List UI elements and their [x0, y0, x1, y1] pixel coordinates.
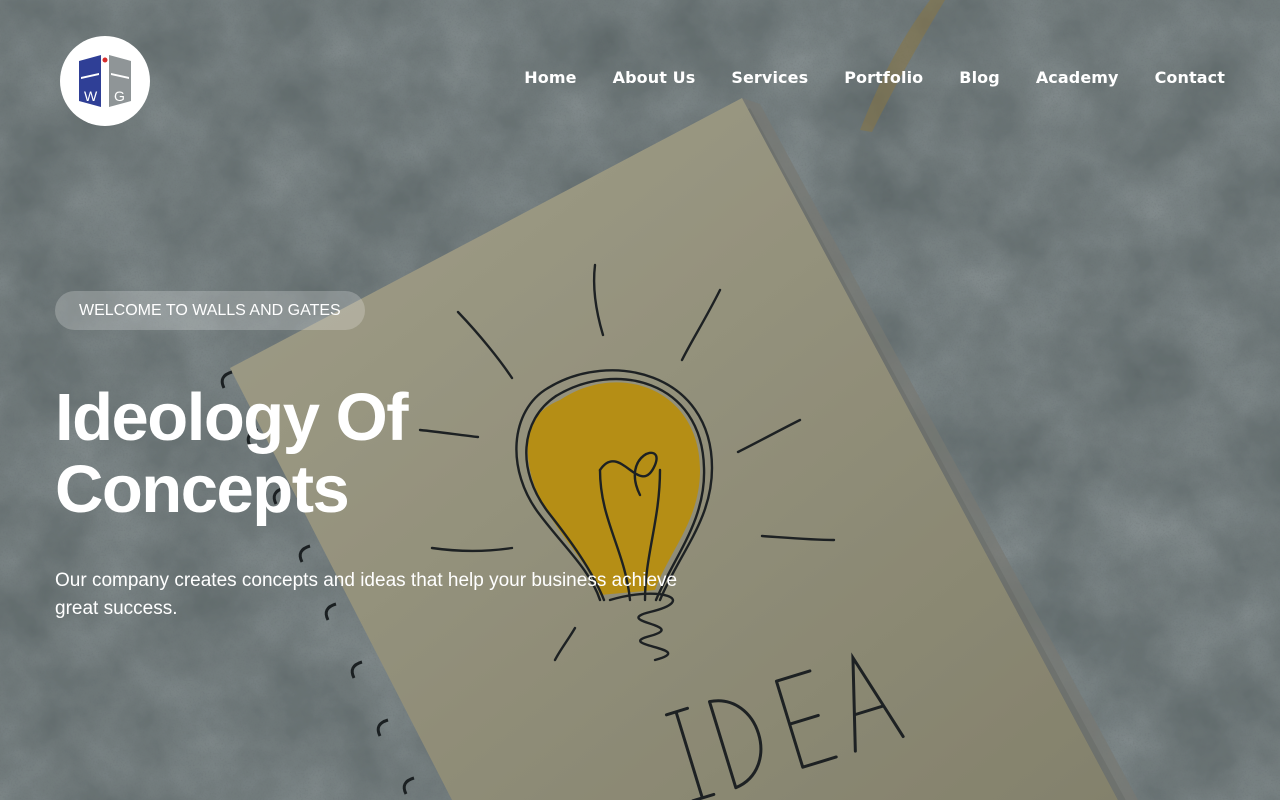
main-navigation: Home About Us Services Portfolio Blog Ac…: [524, 66, 1225, 90]
hero-title: Ideology Of Concepts: [55, 382, 555, 526]
hero-title-line-1: Ideology Of: [55, 380, 409, 455]
nav-item-home: Home: [524, 66, 576, 90]
nav-link-contact[interactable]: Contact: [1155, 66, 1225, 90]
nav-link-about-us[interactable]: About Us: [613, 66, 696, 90]
logo-letter-w: W: [84, 88, 98, 104]
hero-section: W G Home About Us Services Portfolio Blo…: [0, 0, 1280, 800]
nav-item-academy: Academy: [1036, 66, 1119, 90]
walls-and-gates-logo-icon: W G: [79, 55, 131, 107]
nav-item-portfolio: Portfolio: [844, 66, 923, 90]
nav-link-portfolio[interactable]: Portfolio: [844, 66, 923, 90]
hero-subtitle: Our company creates concepts and ideas t…: [55, 570, 678, 619]
nav-link-home[interactable]: Home: [524, 66, 576, 90]
nav-link-services[interactable]: Services: [731, 66, 808, 90]
nav-item-services: Services: [731, 66, 808, 90]
nav-item-contact: Contact: [1155, 66, 1225, 90]
nav-item-blog: Blog: [959, 66, 1000, 90]
nav-link-blog[interactable]: Blog: [959, 66, 1000, 90]
nav-link-academy[interactable]: Academy: [1036, 66, 1119, 90]
welcome-badge: WELCOME TO WALLS AND GATES: [55, 291, 365, 330]
site-logo[interactable]: W G: [60, 36, 150, 126]
logo-letter-g: G: [114, 88, 125, 104]
hero-title-line-2: Concepts: [55, 452, 350, 527]
nav-item-about-us: About Us: [613, 66, 696, 90]
